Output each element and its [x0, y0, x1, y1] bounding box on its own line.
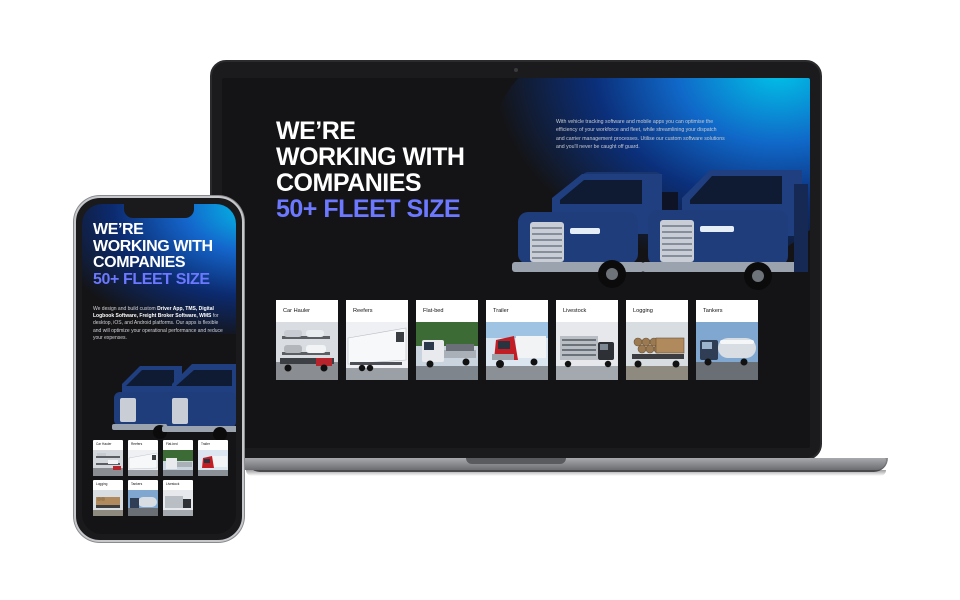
- reefer-trailer-icon: [346, 322, 408, 380]
- category-label: Car Hauler: [96, 442, 112, 446]
- category-card-trailer[interactable]: Trailer: [486, 300, 548, 380]
- mobile-category-car-hauler[interactable]: Car Hauler: [93, 440, 123, 476]
- hero-title-line3: COMPANIES: [276, 169, 422, 197]
- mobile-hero-accent: 50+ FLEET SIZE: [93, 270, 210, 288]
- category-label: Flat-bed: [166, 442, 178, 446]
- car-hauler-icon: [93, 450, 123, 476]
- mobile-category-tankers[interactable]: Tankers: [128, 480, 158, 516]
- category-card-reefers[interactable]: Reefers: [346, 300, 408, 380]
- mobile-hero-title: WE’RE WORKING WITH COMPANIES 50+ FLEET S…: [93, 221, 213, 288]
- category-label: Reefers: [131, 442, 143, 446]
- phone-notch: [124, 204, 194, 218]
- mobile-category-reefers[interactable]: Reefers: [128, 440, 158, 476]
- category-label: Logging: [96, 482, 108, 486]
- category-label: Trailer: [201, 442, 210, 446]
- category-label: Reefers: [353, 308, 373, 314]
- category-card-flat-bed[interactable]: Flat-bed: [416, 300, 478, 380]
- hero-description: With vehicle tracking software and mobil…: [556, 119, 725, 151]
- hero-title-line2: WORKING WITH: [276, 143, 465, 171]
- mobile-description: We design and build custom Driver App, T…: [93, 306, 228, 342]
- logging-truck-icon: [93, 490, 123, 516]
- mobile-category-grid: Car Hauler Reefers Flat-bed Trailer Logg…: [93, 440, 229, 516]
- category-label: Tankers: [703, 308, 723, 314]
- category-card-livestock[interactable]: Livestock: [556, 300, 618, 380]
- livestock-trailer-icon: [556, 322, 618, 380]
- device-mockup: WE’RE WORKING WITH COMPANIES 50+ FLEET S…: [0, 0, 960, 600]
- hero-title-line1: WE’RE: [276, 117, 356, 145]
- mobile-title-line3: COMPANIES: [93, 254, 186, 271]
- category-label: Tankers: [131, 482, 143, 486]
- hero-accent: 50+ FLEET SIZE: [276, 195, 461, 223]
- category-list: Car Hauler Reefers Flat-bed Trailer Live…: [276, 300, 758, 380]
- trucks-image: [512, 170, 808, 290]
- mobile-title-line2: WORKING WITH: [93, 237, 213, 255]
- mobile-category-logging[interactable]: Logging: [93, 480, 123, 516]
- flatbed-truck-icon: [416, 322, 478, 380]
- red-semi-truck-icon: [198, 450, 228, 476]
- hero-title: WE’RE WORKING WITH COMPANIES 50+ FLEET S…: [276, 117, 465, 223]
- car-hauler-icon: [276, 322, 338, 380]
- livestock-trailer-icon: [163, 490, 193, 516]
- category-card-logging[interactable]: Logging: [626, 300, 688, 380]
- mobile-category-livestock[interactable]: Livestock: [163, 480, 193, 516]
- category-label: Livestock: [563, 308, 587, 314]
- red-semi-truck-icon: [486, 322, 548, 380]
- phone-screen: WE’RE WORKING WITH COMPANIES 50+ FLEET S…: [82, 204, 236, 534]
- trucks-image: [112, 364, 236, 440]
- mobile-category-flat-bed[interactable]: Flat-bed: [163, 440, 193, 476]
- mobile-title-line1: WE’RE: [93, 221, 144, 238]
- truck-illustration: [642, 170, 808, 290]
- laptop-opening-notch: [466, 458, 566, 464]
- category-label: Car Hauler: [283, 308, 311, 314]
- category-card-tankers[interactable]: Tankers: [696, 300, 758, 380]
- laptop-shadow: [246, 470, 886, 476]
- category-label: Trailer: [493, 308, 509, 314]
- category-card-car-hauler[interactable]: Car Hauler: [276, 300, 338, 380]
- reefer-trailer-icon: [128, 450, 158, 476]
- category-label: Livestock: [166, 482, 180, 486]
- tanker-truck-icon: [696, 322, 758, 380]
- mobile-desc-prefix: We design and build custom: [93, 306, 158, 312]
- category-label: Logging: [633, 308, 653, 314]
- laptop-camera: [514, 68, 518, 72]
- logging-truck-icon: [626, 322, 688, 380]
- flatbed-truck-icon: [163, 450, 193, 476]
- tanker-truck-icon: [128, 490, 158, 516]
- laptop-screen: WE’RE WORKING WITH COMPANIES 50+ FLEET S…: [222, 78, 810, 448]
- category-label: Flat-bed: [423, 308, 444, 314]
- mobile-category-trailer[interactable]: Trailer: [198, 440, 228, 476]
